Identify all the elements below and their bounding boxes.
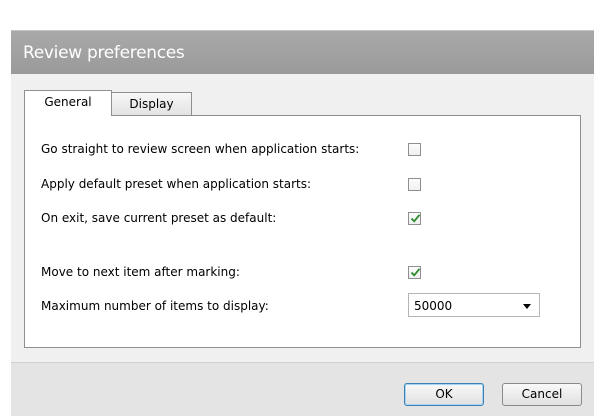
dialog-title-bar: Review preferences bbox=[11, 30, 594, 74]
review-screen-checkbox[interactable] bbox=[408, 143, 421, 156]
next-item-checkbox[interactable] bbox=[408, 266, 421, 279]
tab-general[interactable]: General bbox=[24, 90, 112, 116]
dialog-body: General Display Go straight to review sc… bbox=[11, 74, 594, 362]
checkmark-icon bbox=[410, 268, 421, 277]
max-items-value: 50000 bbox=[414, 299, 453, 313]
cancel-button[interactable]: Cancel bbox=[502, 383, 582, 406]
dialog-footer: OK Cancel bbox=[11, 362, 594, 416]
ok-button[interactable]: OK bbox=[404, 383, 484, 406]
save-preset-checkbox[interactable] bbox=[408, 212, 421, 225]
option-label-save-preset: On exit, save current preset as default: bbox=[41, 211, 277, 225]
option-label-max-items: Maximum number of items to display: bbox=[41, 299, 269, 313]
max-items-select[interactable]: 50000 bbox=[408, 293, 540, 317]
option-label-apply-preset: Apply default preset when application st… bbox=[41, 177, 312, 191]
checkmark-icon bbox=[410, 214, 421, 223]
option-label-review-screen: Go straight to review screen when applic… bbox=[41, 142, 360, 156]
general-tab-panel: Go straight to review screen when applic… bbox=[24, 115, 581, 348]
apply-preset-checkbox[interactable] bbox=[408, 178, 421, 191]
tab-display[interactable]: Display bbox=[112, 92, 192, 116]
chevron-down-icon bbox=[523, 304, 531, 309]
dialog-title: Review preferences bbox=[23, 43, 185, 63]
option-label-next-item: Move to next item after marking: bbox=[41, 265, 240, 279]
